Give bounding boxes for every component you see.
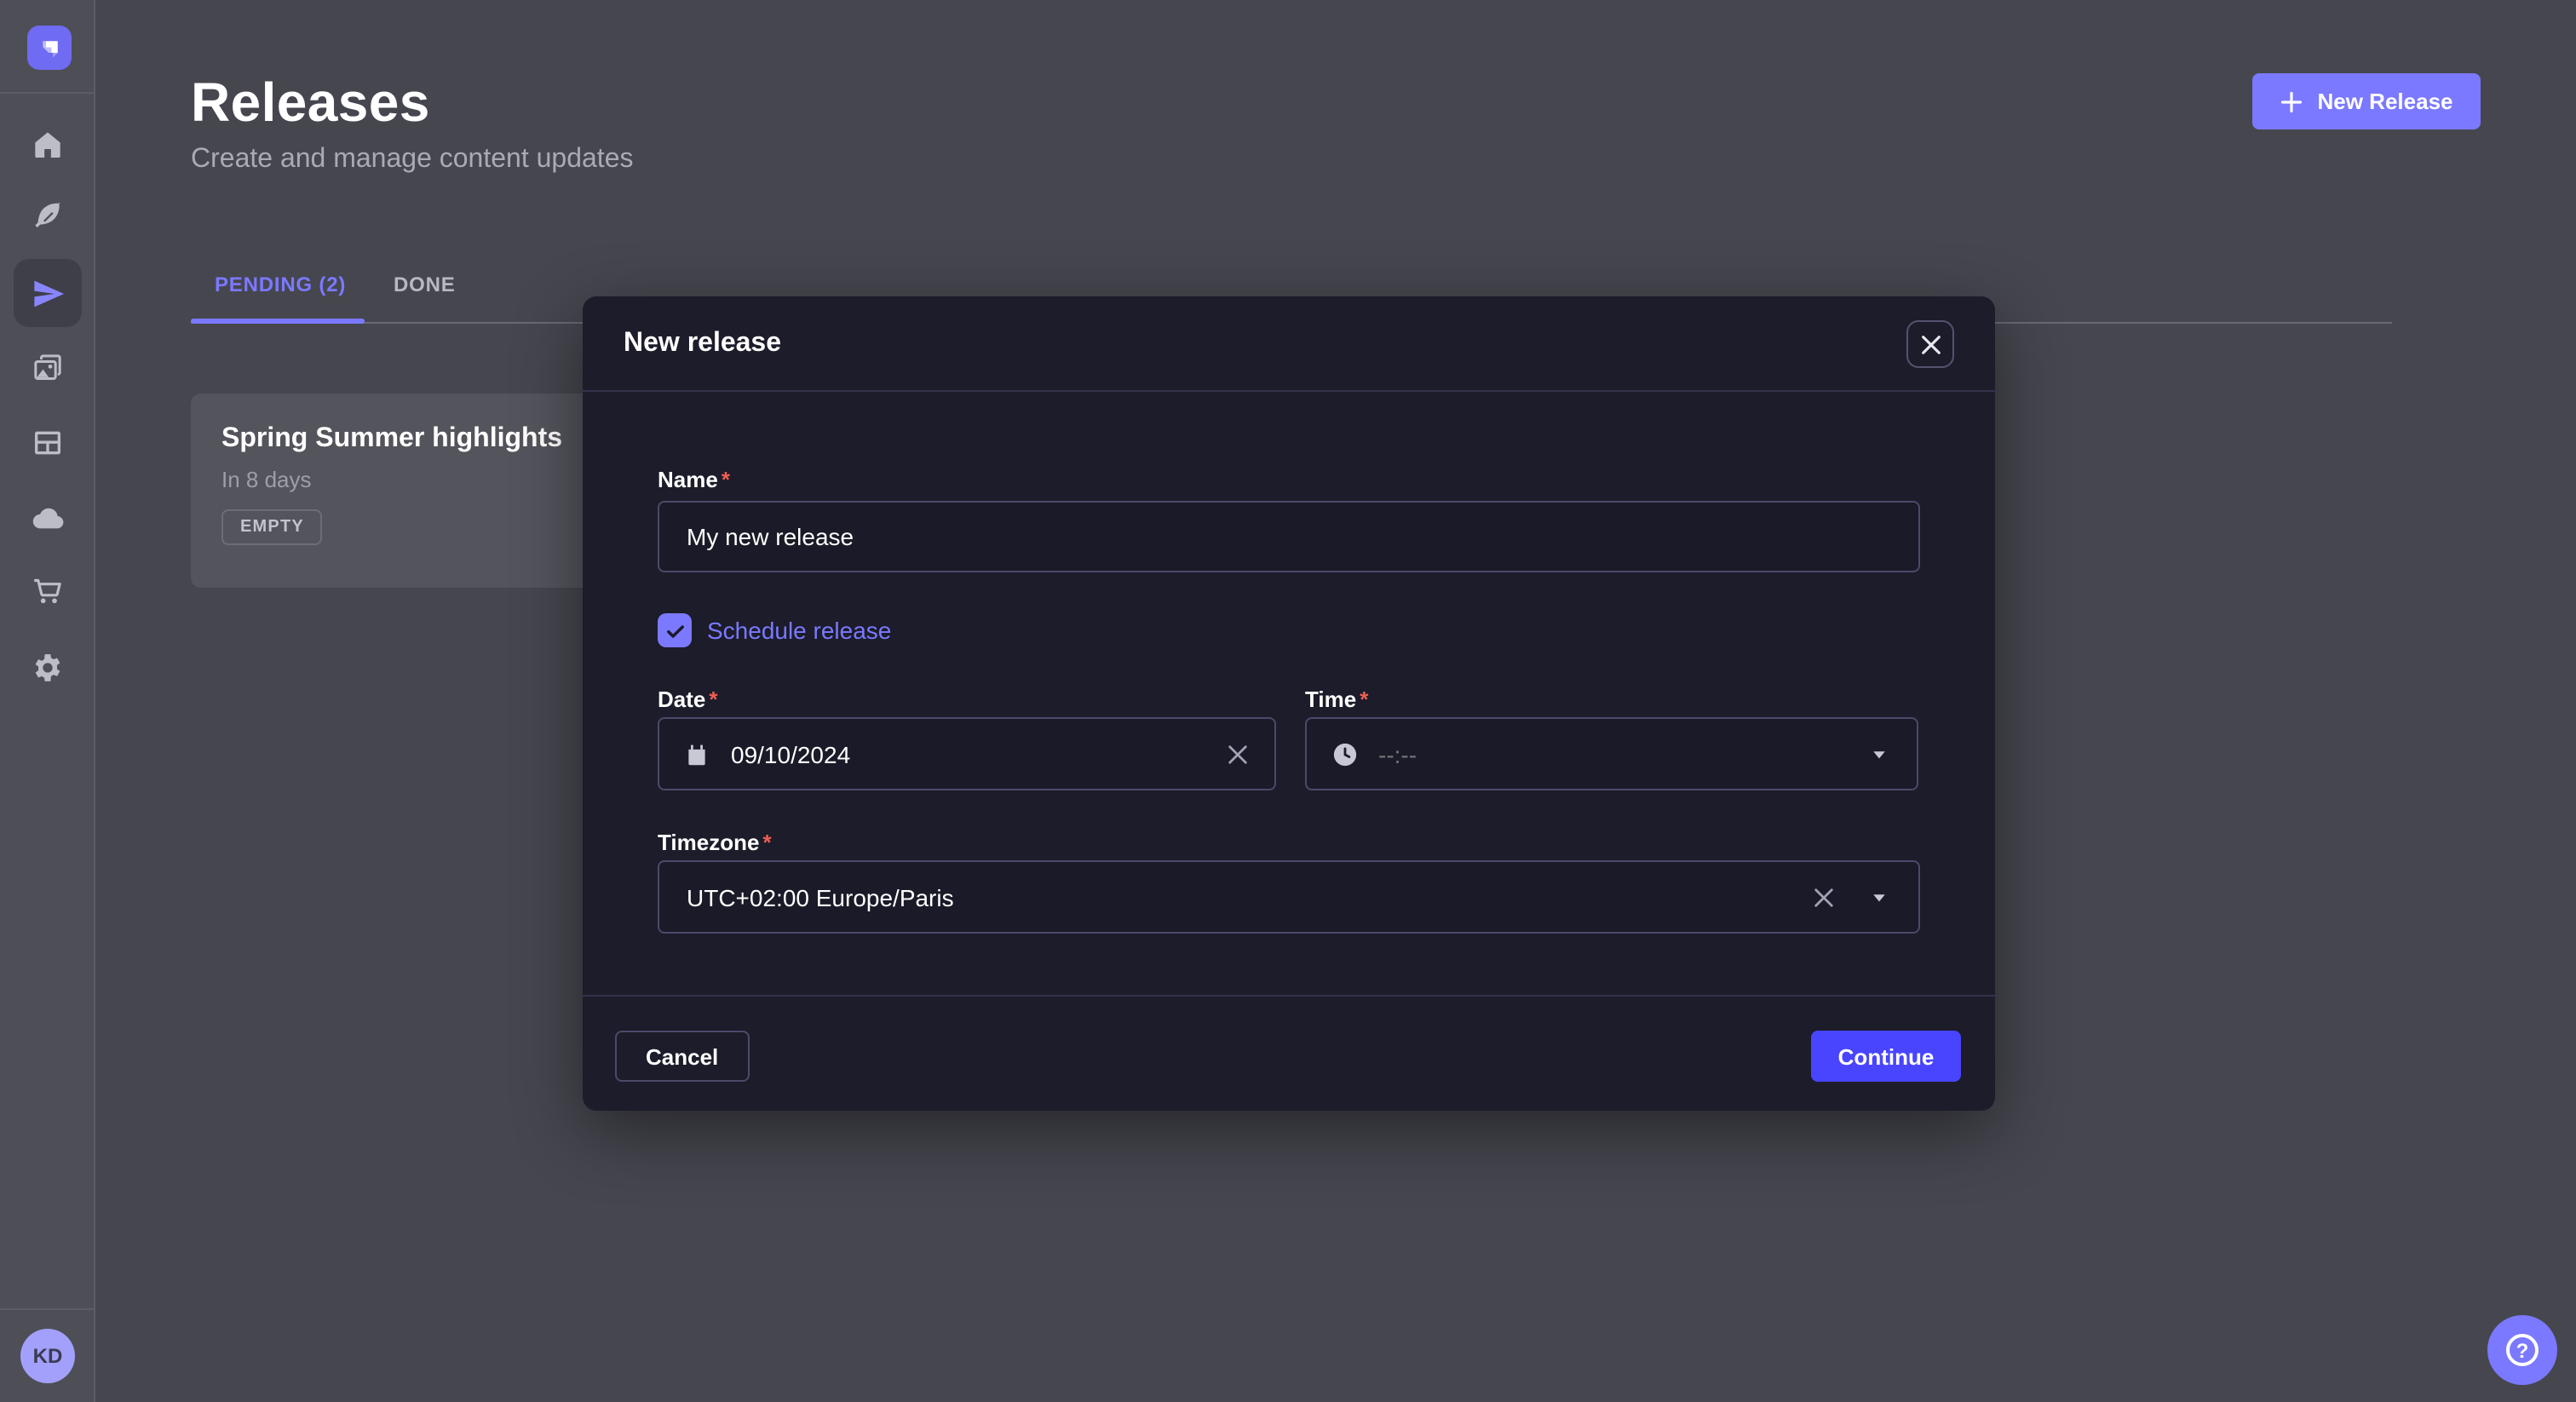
timezone-label: Timezone* — [658, 830, 772, 855]
schedule-release-checkbox[interactable] — [658, 613, 692, 647]
page-title: Releases — [191, 72, 430, 135]
page-subtitle: Create and manage content updates — [191, 145, 634, 175]
release-card-title: Spring Summer highlights — [221, 424, 562, 455]
plus-icon — [2280, 89, 2304, 113]
required-asterisk: * — [722, 467, 730, 492]
cancel-button[interactable]: Cancel — [615, 1031, 749, 1082]
time-caret-icon[interactable] — [1869, 744, 1889, 764]
new-release-modal: New release Name* Schedule release Date* — [583, 296, 1995, 1111]
time-label: Time* — [1305, 687, 1368, 712]
clock-icon — [1332, 741, 1358, 767]
sidebar-item-cloud[interactable] — [14, 484, 82, 552]
name-input[interactable] — [658, 501, 1920, 572]
check-icon — [664, 619, 686, 641]
timezone-value: UTC+02:00 Europe/Paris — [687, 883, 954, 911]
time-picker[interactable] — [1305, 717, 1918, 790]
layout-icon — [31, 426, 65, 460]
sidebar-item-releases[interactable] — [14, 259, 82, 327]
tab-pending[interactable]: PENDING (2) — [215, 273, 346, 296]
question-mark-icon: ? — [2506, 1334, 2539, 1366]
sidebar-item-content-type-builder[interactable] — [14, 182, 82, 250]
modal-close-button[interactable] — [1906, 320, 1954, 368]
date-value: 09/10/2024 — [731, 740, 850, 767]
date-clear-icon[interactable] — [1227, 743, 1249, 765]
continue-button[interactable]: Continue — [1811, 1031, 1961, 1082]
home-icon — [31, 128, 65, 162]
required-asterisk: * — [762, 830, 771, 855]
release-status-badge: EMPTY — [221, 509, 323, 545]
time-input[interactable] — [1378, 740, 1804, 767]
app: KD Releases Create and manage content up… — [0, 0, 2576, 1402]
feather-icon — [31, 199, 65, 233]
user-avatar[interactable]: KD — [20, 1329, 75, 1383]
sidebar-item-media-library[interactable] — [14, 334, 82, 402]
close-icon — [1919, 333, 1941, 355]
avatar-initials: KD — [33, 1344, 63, 1368]
date-picker[interactable]: 09/10/2024 — [658, 717, 1276, 790]
modal-header: New release — [583, 296, 1995, 392]
new-release-button[interactable]: New Release — [2252, 73, 2481, 129]
sidebar-item-marketplace[interactable] — [14, 557, 82, 625]
sidebar: KD — [0, 0, 95, 1402]
date-label: Date* — [658, 687, 718, 712]
tab-done[interactable]: DONE — [394, 273, 456, 296]
timezone-select[interactable]: UTC+02:00 Europe/Paris — [658, 860, 1920, 934]
gear-icon — [31, 651, 65, 685]
modal-title: New release — [624, 296, 781, 392]
required-asterisk: * — [1360, 687, 1368, 712]
help-button[interactable]: ? — [2487, 1315, 2557, 1385]
schedule-release-label[interactable]: Schedule release — [707, 617, 891, 644]
calendar-icon — [685, 742, 709, 766]
strapi-logo-icon — [37, 35, 62, 60]
photos-icon — [31, 351, 65, 385]
required-asterisk: * — [709, 687, 717, 712]
sidebar-item-settings[interactable] — [14, 634, 82, 702]
app-logo[interactable] — [27, 26, 72, 70]
sidebar-item-home[interactable] — [14, 111, 82, 179]
release-card-subtitle: In 8 days — [221, 467, 312, 492]
sidebar-divider-top — [0, 92, 95, 94]
sidebar-item-content-manager[interactable] — [14, 409, 82, 477]
cloud-icon — [30, 500, 66, 536]
timezone-clear-icon[interactable] — [1813, 886, 1835, 908]
paper-plane-icon — [30, 275, 66, 311]
timezone-caret-icon[interactable] — [1869, 887, 1889, 907]
shopping-cart-icon — [31, 574, 65, 608]
sidebar-divider-bottom — [0, 1308, 95, 1310]
active-tab-underline — [191, 319, 365, 324]
new-release-label: New Release — [2318, 89, 2453, 114]
name-label: Name* — [658, 467, 730, 492]
modal-footer: Cancel Continue — [583, 995, 1995, 1111]
